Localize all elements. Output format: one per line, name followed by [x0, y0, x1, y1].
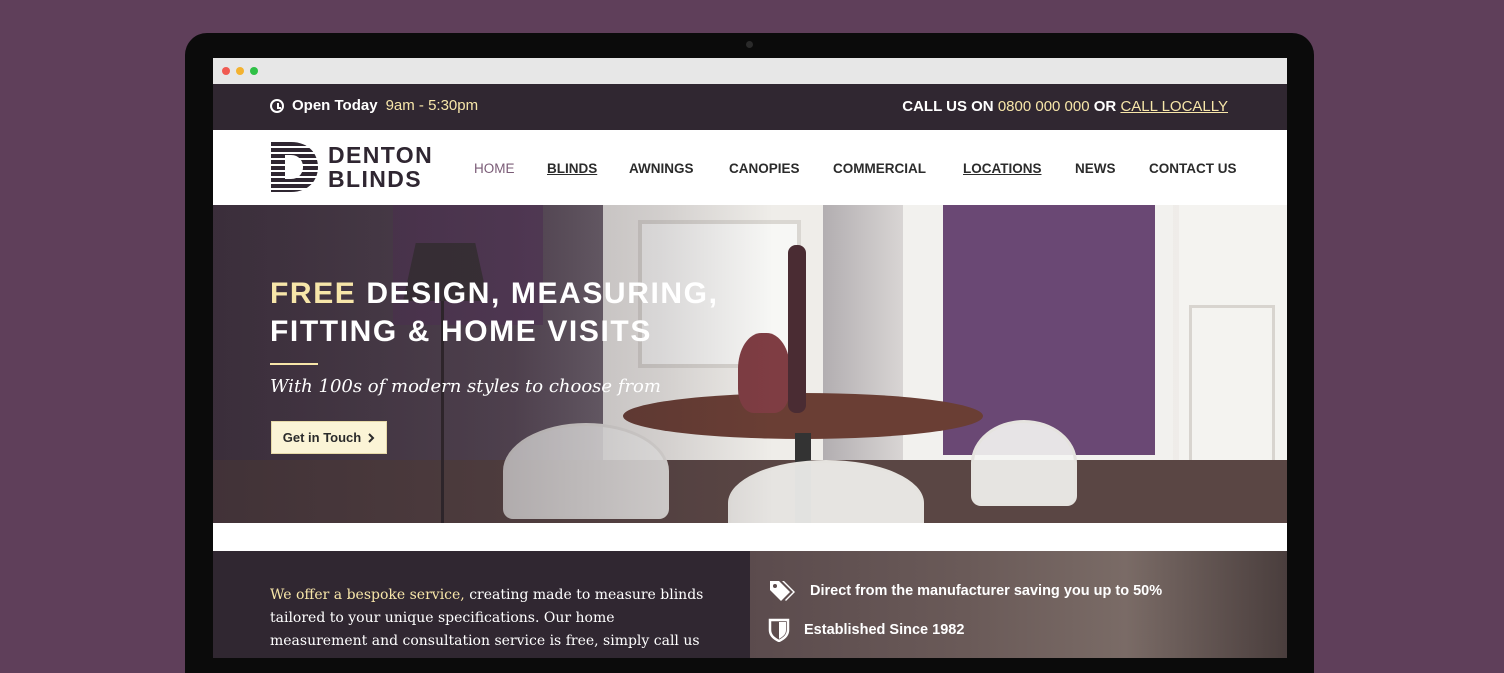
hero-divider: [270, 363, 318, 365]
hero-heading-rest: DESIGN, MEASURING,: [366, 277, 719, 310]
close-window-button[interactable]: [222, 67, 230, 75]
logo-line-1: DENTON: [328, 142, 434, 168]
nav-home[interactable]: HOME: [474, 161, 515, 176]
hero-heading-line-2: FITTING & HOME VISITS: [270, 315, 652, 348]
logo-line-2: BLINDS: [328, 166, 423, 192]
nav-blinds[interactable]: BLINDS: [547, 161, 597, 176]
hero-subtitle: With 100s of modern styles to choose fro…: [270, 376, 661, 397]
nav-awnings[interactable]: AWNINGS: [629, 161, 694, 176]
maximize-window-button[interactable]: [250, 67, 258, 75]
get-in-touch-button[interactable]: Get in Touch: [271, 421, 387, 454]
about-text: We offer a bespoke service, creating mad…: [270, 584, 710, 653]
call-prefix: CALL US ON: [902, 98, 994, 115]
about-panel: We offer a bespoke service, creating mad…: [213, 551, 750, 658]
denton-logo-icon: [271, 142, 318, 192]
shield-icon: [768, 618, 790, 642]
get-in-touch-label: Get in Touch: [282, 430, 362, 445]
chevron-right-icon: [368, 432, 375, 443]
browser-chrome: [213, 58, 1287, 84]
call-locally-link[interactable]: CALL LOCALLY: [1120, 98, 1228, 115]
camera-icon: [746, 41, 753, 48]
call-us: CALL US ON 0800 000 000 OR CALL LOCALLY: [902, 98, 1228, 115]
hours-label: Open Today: [292, 97, 378, 114]
hours-value: 9am - 5:30pm: [385, 97, 479, 114]
info-section: We offer a bespoke service, creating mad…: [213, 551, 1287, 658]
logo-text: DENTON BLINDS: [328, 143, 433, 191]
tags-icon: [770, 581, 795, 601]
feature-label: Direct from the manufacturer saving you …: [810, 583, 1163, 599]
nav-locations[interactable]: LOCATIONS: [963, 161, 1042, 176]
site-logo[interactable]: DENTON BLINDS: [271, 142, 433, 192]
nav-contact-us[interactable]: CONTACT US: [1149, 161, 1237, 176]
nav-canopies[interactable]: CANOPIES: [729, 161, 800, 176]
hero-banner: FREE DESIGN, MEASURING, FITTING & HOME V…: [213, 205, 1287, 523]
about-accent: We offer a bespoke service,: [270, 587, 465, 603]
feature-label: Established Since 1982: [804, 622, 965, 638]
main-navbar: DENTON BLINDS HOME BLINDS AWNINGS CANOPI…: [213, 130, 1287, 206]
clock-icon: [270, 98, 284, 113]
or-text: OR: [1093, 98, 1117, 115]
feature-item: Direct from the manufacturer saving you …: [768, 579, 1162, 603]
features-panel: Direct from the manufacturer saving you …: [750, 551, 1287, 658]
nav-commercial[interactable]: COMMERCIAL: [833, 161, 926, 176]
browser-window: Open Today 9am - 5:30pm CALL US ON 0800 …: [213, 58, 1287, 658]
hero-heading: FREE DESIGN, MEASURING, FITTING & HOME V…: [270, 275, 790, 351]
phone-number[interactable]: 0800 000 000: [998, 98, 1090, 115]
feature-item: Established Since 1982: [768, 618, 964, 642]
top-info-bar: Open Today 9am - 5:30pm CALL US ON 0800 …: [213, 84, 1287, 130]
nav-news[interactable]: NEWS: [1075, 161, 1116, 176]
minimize-window-button[interactable]: [236, 67, 244, 75]
hero-heading-accent: FREE: [270, 277, 357, 310]
opening-hours: Open Today 9am - 5:30pm: [270, 97, 478, 114]
